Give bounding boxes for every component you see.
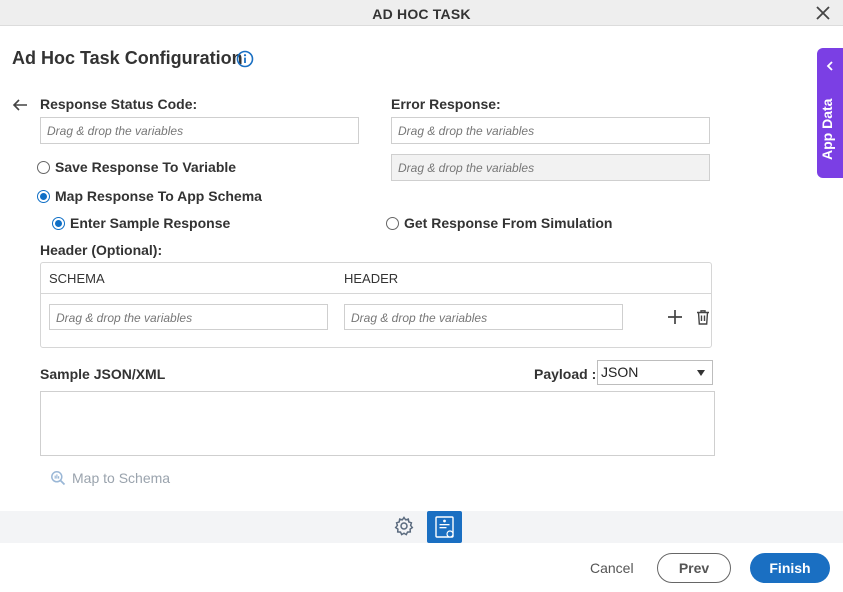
map-response-to-app-schema-radio[interactable]: Map Response To App Schema xyxy=(37,188,262,204)
radio-circle-checked xyxy=(52,216,65,230)
search-schema-icon xyxy=(51,471,66,486)
bottom-toolstrip xyxy=(0,511,843,543)
info-icon[interactable] xyxy=(236,50,254,68)
page-title: Ad Hoc Task Configuration xyxy=(12,48,243,68)
app-data-tab[interactable]: App Data xyxy=(817,48,843,178)
plus-icon[interactable] xyxy=(666,308,684,326)
radio-label: Enter Sample Response xyxy=(70,215,231,231)
sample-json-xml-label: Sample JSON/XML xyxy=(40,366,166,382)
save-response-to-variable-radio[interactable]: Save Response To Variable xyxy=(37,159,236,175)
radio-label: Map Response To App Schema xyxy=(55,188,262,204)
window-titlebar: AD HOC TASK xyxy=(0,0,843,26)
response-status-field[interactable]: Drag & drop the variables xyxy=(40,117,359,144)
error-response-field[interactable]: Drag & drop the variables xyxy=(391,117,710,144)
error-response-variable-field: Drag & drop the variables xyxy=(391,154,710,181)
column-header-schema: SCHEMA xyxy=(49,271,105,286)
payload-value: JSON xyxy=(601,364,639,380)
get-response-from-simulation-radio[interactable]: Get Response From Simulation xyxy=(386,215,612,231)
error-response-label: Error Response: xyxy=(391,96,501,112)
form-tool-button[interactable] xyxy=(427,511,462,543)
header-table-head: SCHEMA HEADER xyxy=(41,263,711,294)
header-optional-label: Header (Optional): xyxy=(40,242,163,258)
app-data-label: App Data xyxy=(819,98,835,160)
cancel-button[interactable]: Cancel xyxy=(590,560,634,576)
close-icon[interactable] xyxy=(813,3,833,23)
enter-sample-response-radio[interactable]: Enter Sample Response xyxy=(52,215,230,231)
chevron-left-icon xyxy=(826,61,833,71)
prev-button[interactable]: Prev xyxy=(657,553,731,583)
back-arrow-icon[interactable] xyxy=(11,97,29,113)
form-icon xyxy=(435,516,454,538)
map-to-schema-label: Map to Schema xyxy=(72,470,171,486)
radio-circle-checked xyxy=(37,189,50,203)
radio-label: Get Response From Simulation xyxy=(404,215,613,231)
radio-label: Save Response To Variable xyxy=(55,159,237,175)
gear-icon[interactable] xyxy=(393,515,415,537)
schema-field[interactable]: Drag & drop the variables xyxy=(49,304,328,330)
sample-json-textarea[interactable] xyxy=(40,391,715,456)
response-status-label: Response Status Code: xyxy=(40,96,198,112)
trash-icon[interactable] xyxy=(694,308,712,326)
header-field[interactable]: Drag & drop the variables xyxy=(344,304,623,330)
caret-down-icon xyxy=(697,370,705,376)
map-to-schema-link[interactable]: Map to Schema xyxy=(50,470,170,486)
column-header-header: HEADER xyxy=(344,271,399,286)
radio-circle xyxy=(37,160,50,174)
payload-select[interactable]: JSON xyxy=(597,360,713,385)
header-table: SCHEMA HEADER Drag & drop the variables … xyxy=(40,262,712,348)
finish-button[interactable]: Finish xyxy=(750,553,830,583)
payload-label: Payload : xyxy=(534,366,597,382)
radio-circle xyxy=(386,216,399,230)
window-title: AD HOC TASK xyxy=(372,6,471,22)
